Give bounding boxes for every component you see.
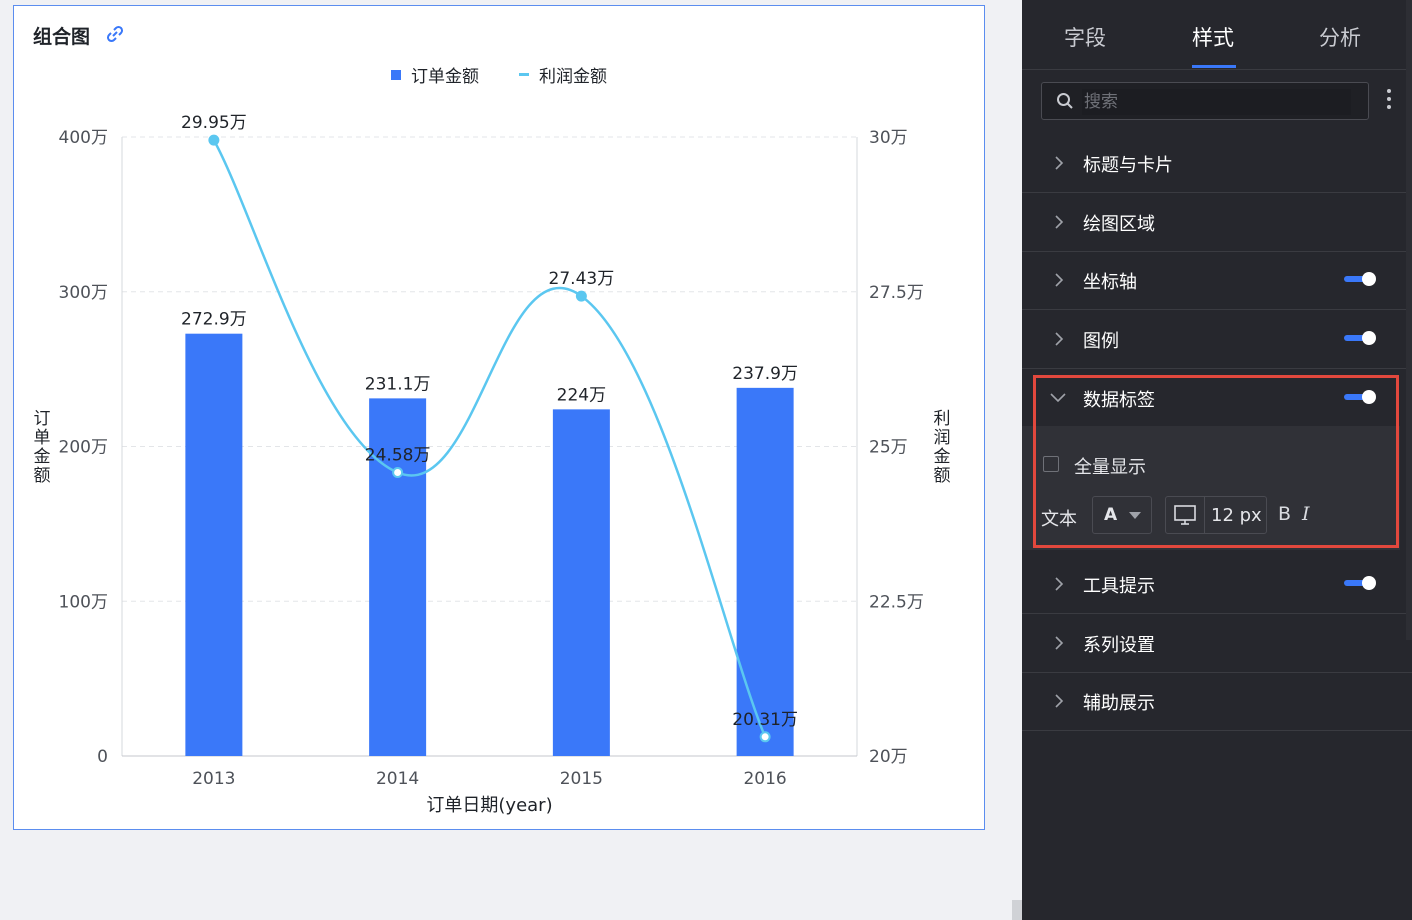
right-axis-title: 额 xyxy=(934,466,951,486)
section-label: 图例 xyxy=(1083,331,1119,352)
line-point xyxy=(759,731,771,743)
x-axis-tick-label: 2014 xyxy=(376,769,419,789)
data-labels-toggle[interactable] xyxy=(1344,390,1376,404)
left-axis-tick-label: 100万 xyxy=(59,592,108,612)
section-series[interactable]: 系列设置 xyxy=(1022,614,1412,673)
bar-data-label: 231.1万 xyxy=(365,374,431,394)
font-size-input[interactable]: 12 px xyxy=(1211,505,1262,526)
section-axis[interactable]: 坐标轴 xyxy=(1022,251,1412,310)
panel-tabs: 字段 样式 分析 xyxy=(1022,0,1412,70)
tab-analysis[interactable]: 分析 xyxy=(1319,22,1361,52)
chevron-down-icon xyxy=(1050,393,1066,403)
right-axis-tick-label: 20万 xyxy=(869,747,908,767)
left-axis-tick-label: 200万 xyxy=(59,438,108,458)
search-input[interactable] xyxy=(1082,89,1351,115)
section-label: 工具提示 xyxy=(1083,576,1155,597)
line-data-label: 20.31万 xyxy=(732,710,798,730)
line-series xyxy=(212,139,767,738)
bar-data-label: 237.9万 xyxy=(732,364,798,384)
font-size-control: 12 px xyxy=(1165,496,1267,534)
text-style-label: 文本 xyxy=(1041,509,1077,530)
x-axis-title: 订单日期(year) xyxy=(426,795,552,816)
chevron-right-icon xyxy=(1055,273,1064,287)
axis-toggle[interactable] xyxy=(1344,272,1376,286)
device-toggle[interactable] xyxy=(1166,497,1205,533)
right-axis-title: 润 xyxy=(934,428,951,448)
chart-card[interactable]: 组合图 订单金额 利润金额 0 20万 100万 22.5万 200万 25万 300万 27… xyxy=(13,5,985,830)
search-icon xyxy=(1057,93,1073,109)
panel-scrollbar[interactable] xyxy=(1406,0,1412,640)
line-data-label: 29.95万 xyxy=(181,113,247,133)
line-point xyxy=(575,290,587,302)
section-label: 绘图区域 xyxy=(1083,214,1155,235)
active-tab-indicator xyxy=(1192,65,1236,68)
chevron-right-icon xyxy=(1055,694,1064,708)
search-box xyxy=(1041,82,1369,120)
section-auxiliary[interactable]: 辅助展示 xyxy=(1022,672,1412,731)
left-axis-title: 额 xyxy=(34,466,51,486)
section-label: 坐标轴 xyxy=(1083,272,1137,293)
line-data-label: 24.58万 xyxy=(365,445,431,465)
bar xyxy=(736,387,794,756)
caret-down-icon xyxy=(1129,512,1141,519)
right-axis-tick-label: 30万 xyxy=(869,128,908,148)
show-all-label: 全量显示 xyxy=(1074,457,1146,478)
left-axis-title: 订 xyxy=(34,409,51,429)
chevron-right-icon xyxy=(1055,332,1064,346)
line-data-label: 27.43万 xyxy=(549,269,615,289)
section-tooltip[interactable]: 工具提示 xyxy=(1022,555,1412,614)
italic-button[interactable]: I xyxy=(1302,503,1310,525)
font-color-select[interactable]: A xyxy=(1092,496,1152,534)
right-axis-tick-label: 25万 xyxy=(869,438,908,458)
section-title-card[interactable]: 标题与卡片 xyxy=(1022,134,1412,193)
tab-style[interactable]: 样式 xyxy=(1192,22,1234,52)
bar xyxy=(185,333,243,756)
left-axis-tick-label: 300万 xyxy=(59,283,108,303)
right-axis-title: 利 xyxy=(934,409,951,429)
chevron-right-icon xyxy=(1055,636,1064,650)
bar xyxy=(552,409,610,756)
left-axis-title: 金 xyxy=(34,447,51,467)
chevron-right-icon xyxy=(1055,156,1064,170)
chevron-right-icon xyxy=(1055,577,1064,591)
style-panel: 字段 样式 分析 标题与卡片 绘图区域 坐标轴 图例 数据标签 全量显示 xyxy=(1022,0,1412,920)
panel-divider xyxy=(1010,0,1022,920)
right-axis-tick-label: 22.5万 xyxy=(869,592,924,612)
line-point xyxy=(392,466,404,478)
bold-button[interactable]: B xyxy=(1278,503,1291,525)
tooltip-toggle[interactable] xyxy=(1344,576,1376,590)
right-axis-tick-label: 27.5万 xyxy=(869,283,924,303)
bar-data-label: 272.9万 xyxy=(181,310,247,330)
bar-data-label: 224万 xyxy=(557,385,606,405)
show-all-checkbox[interactable] xyxy=(1043,456,1059,472)
combo-chart: 0 20万 100万 22.5万 200万 25万 300万 27.5万 400万 30万 2013… xyxy=(34,113,951,816)
section-label: 系列设置 xyxy=(1083,635,1155,656)
left-axis-title: 单 xyxy=(34,428,51,448)
x-axis-tick-label: 2013 xyxy=(192,769,235,789)
legend-toggle[interactable] xyxy=(1344,331,1376,345)
x-axis-tick-label: 2015 xyxy=(560,769,603,789)
data-labels-options: 全量显示 文本 A 12 px B I xyxy=(1022,426,1400,550)
page-scrollbar[interactable] xyxy=(1012,900,1022,920)
font-color-glyph: A xyxy=(1104,505,1118,525)
section-plot-area[interactable]: 绘图区域 xyxy=(1022,193,1412,252)
section-label: 辅助展示 xyxy=(1083,693,1155,714)
more-options-icon[interactable] xyxy=(1386,86,1392,116)
right-axis-title: 金 xyxy=(934,447,951,467)
section-legend[interactable]: 图例 xyxy=(1022,310,1412,369)
left-axis-tick-label: 0 xyxy=(97,747,108,767)
section-label: 标题与卡片 xyxy=(1083,155,1173,176)
left-axis-tick-label: 400万 xyxy=(59,128,108,148)
x-axis-tick-label: 2016 xyxy=(743,769,786,789)
canvas-area: 组合图 订单金额 利润金额 0 20万 100万 22.5万 200万 25万 300万 27… xyxy=(0,0,1010,920)
tab-fields[interactable]: 字段 xyxy=(1064,22,1106,52)
section-label: 数据标签 xyxy=(1083,390,1155,411)
section-data-labels[interactable]: 数据标签 xyxy=(1022,369,1412,427)
chevron-right-icon xyxy=(1055,215,1064,229)
monitor-icon xyxy=(1174,505,1196,525)
line-point xyxy=(208,134,220,146)
